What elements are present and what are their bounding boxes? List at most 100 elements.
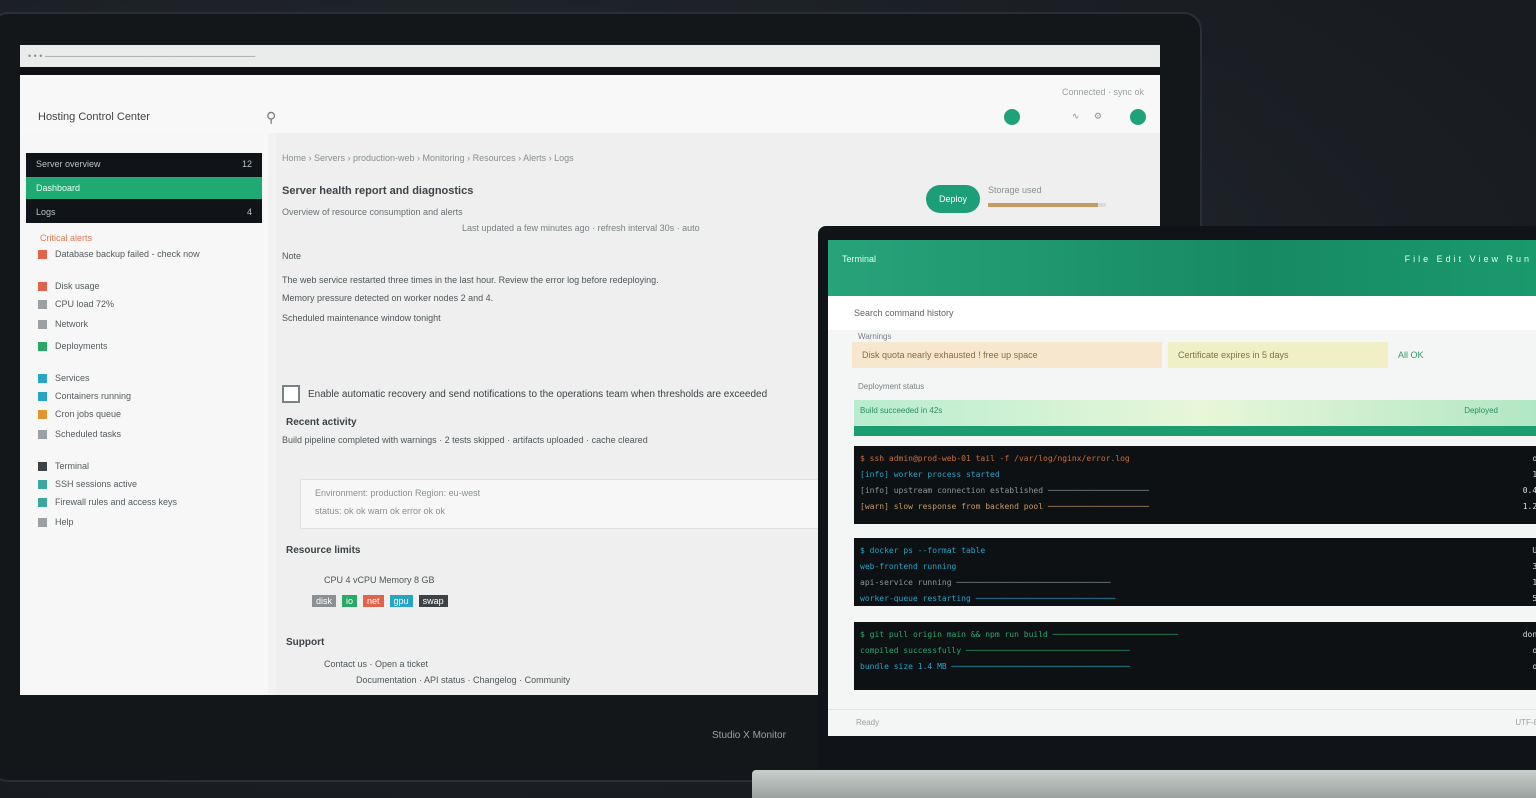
sidebar-item-color-icon <box>38 373 47 383</box>
sidebar-item[interactable]: Help <box>38 517 74 527</box>
resource-tag: disk <box>312 595 337 607</box>
user-avatar[interactable] <box>1130 109 1146 125</box>
terminal-line-text: bundle size 1.4 MB ─────────────────────… <box>860 662 1130 671</box>
sidebar-item[interactable]: Network <box>38 319 88 329</box>
status-ok-badge: All OK <box>1398 350 1424 360</box>
terminal-line-text: $ ssh admin@prod-web-01 tail -f /var/log… <box>860 454 1130 463</box>
notification-icon[interactable] <box>1004 109 1020 125</box>
terminal-line-text: [info] worker process started <box>860 470 1000 479</box>
sidebar-item-logs[interactable]: Logs 4 <box>26 201 262 223</box>
sidebar-item-label: Terminal <box>55 461 90 471</box>
terminal-block[interactable]: $ ssh admin@prod-web-01 tail -f /var/log… <box>854 446 1536 524</box>
page-subtitle: Overview of resource consumption and ale… <box>282 207 463 217</box>
terminal-block[interactable]: $ docker ps --format table UP web-frontend… <box>854 538 1536 606</box>
auto-recovery-checkbox[interactable] <box>282 385 300 403</box>
terminal-line: web-frontend running 3m <box>860 562 1536 572</box>
laptop-search-input[interactable]: Search command history <box>854 308 954 318</box>
sidebar-item-label: Containers running <box>55 391 132 401</box>
sidebar-item[interactable]: Scheduled tasks <box>38 429 121 439</box>
terminal-line-value: UP <box>1532 546 1536 555</box>
sidebar-item[interactable]: Containers running <box>38 391 131 401</box>
sidebar-item-count: 4 <box>246 207 252 217</box>
sidebar-item[interactable]: SSH sessions active <box>38 479 137 489</box>
terminal-line-value: ok <box>1532 646 1536 655</box>
sidebar-item[interactable]: Firewall rules and access keys <box>38 497 177 507</box>
sidebar-item[interactable]: Services <box>38 373 90 383</box>
disk-quota-alert[interactable]: Disk quota nearly exhausted ! free up sp… <box>852 342 1162 368</box>
sidebar-item-color-icon <box>38 479 47 489</box>
sidebar-item-color-icon <box>38 341 47 351</box>
sidebar-section-label: Critical alerts <box>40 233 93 243</box>
terminal-line-text: $ docker ps --format table <box>860 546 986 555</box>
support-heading: Support <box>286 637 325 648</box>
monitor-brand: Studio X Monitor <box>712 730 786 741</box>
deploy-button[interactable]: Deploy <box>926 185 980 213</box>
laptop-screen: Terminal File Edit View Run Search comma… <box>828 240 1536 736</box>
sidebar-panel-header: Server overview 12 <box>26 153 262 175</box>
app-header: Hosting Control Center ⚲ Connected · syn… <box>20 75 1160 133</box>
sidebar-item-label: Network <box>55 319 89 329</box>
terminal-line-text: [warn] slow response from backend pool ─… <box>860 502 1149 511</box>
sidebar-item-label: Logs <box>36 207 56 217</box>
breadcrumb[interactable]: Home › Servers › production-web › Monito… <box>282 153 574 163</box>
resource-tag: net <box>363 595 384 607</box>
page-update-info: Last updated a few minutes ago · refresh… <box>462 223 700 233</box>
note-line: Scheduled maintenance window tonight <box>282 313 441 323</box>
sidebar-item-label: Dashboard <box>36 183 81 193</box>
terminal-line: bundle size 1.4 MB ─────────────────────… <box>860 662 1536 672</box>
resource-limits-heading: Resource limits <box>286 545 361 556</box>
search-icon[interactable]: ⚲ <box>266 109 282 125</box>
sidebar-item-label: Services <box>55 373 90 383</box>
sidebar-item[interactable]: Cron jobs queue <box>38 409 121 419</box>
terminal-line-value: ok <box>1532 454 1536 463</box>
sidebar-item[interactable]: Database backup failed - check now <box>38 249 200 259</box>
laptop-app-brand: Terminal <box>842 254 877 264</box>
laptop-app-menu[interactable]: File Edit View Run <box>1405 254 1532 264</box>
terminal-block[interactable]: $ git pull origin main && npm run build … <box>854 622 1536 690</box>
sidebar-item[interactable]: CPU load 72% <box>38 299 114 309</box>
terminal-line-text: compiled successfully ──────────────────… <box>860 646 1130 655</box>
support-links-secondary[interactable]: Documentation · API status · Changelog ·… <box>356 675 570 685</box>
storage-progress: Storage used <box>988 185 1108 211</box>
sidebar-item-color-icon <box>38 429 47 439</box>
terminal-line: $ docker ps --format table UP <box>860 546 1536 556</box>
header-icons[interactable]: ∿ ⚙ <box>1072 111 1108 122</box>
note-line: The web service restarted three times in… <box>282 275 659 285</box>
note-line: Memory pressure detected on worker nodes… <box>282 293 494 303</box>
terminal-line-value: 5s <box>1532 594 1536 603</box>
terminal-line: $ ssh admin@prod-web-01 tail -f /var/log… <box>860 454 1536 464</box>
terminal-line-text: web-frontend running <box>860 562 957 571</box>
terminal-line-text: $ git pull origin main && npm run build … <box>860 630 1178 639</box>
deploy-status: Deployed <box>1464 406 1498 415</box>
support-links[interactable]: Contact us · Open a ticket <box>324 659 428 669</box>
sidebar-item[interactable]: Disk usage <box>38 281 100 291</box>
terminal-line: [info] upstream connection established ─… <box>860 486 1536 496</box>
resource-tag-row: disk io net gpu swap <box>312 595 448 607</box>
sidebar-item-color-icon <box>38 319 47 329</box>
resource-tag: swap <box>418 595 448 607</box>
sidebar-panel-title: Server overview <box>36 159 101 169</box>
sidebar-item-label: Help <box>55 517 74 527</box>
laptop-base <box>752 770 1536 798</box>
certificate-alert[interactable]: Certificate expires in 5 days <box>1168 342 1388 368</box>
note-heading: Note <box>282 251 302 261</box>
auto-recovery-option[interactable]: Enable automatic recovery and send notif… <box>282 385 767 403</box>
sidebar-item-color-icon <box>38 299 47 309</box>
sidebar-item-label: Disk usage <box>55 281 100 291</box>
terminal-line: api-service running ────────────────────… <box>860 578 1536 588</box>
sidebar-item-label: Database backup failed - check now <box>55 249 200 259</box>
ready-status: Ready <box>856 718 880 727</box>
laptop-search-bar[interactable]: Search command history <box>828 296 1536 330</box>
terminal-line-value: ok <box>1532 662 1536 671</box>
browser-divider <box>20 67 1160 75</box>
page-title: Server health report and diagnostics <box>282 185 474 197</box>
sidebar-item-dashboard[interactable]: Dashboard <box>26 177 262 199</box>
sidebar-item-color-icon <box>38 409 47 419</box>
deployment-status-label: Deployment status <box>858 382 925 391</box>
terminal-line-value: 12 <box>1532 470 1536 479</box>
sidebar-item[interactable]: Terminal <box>38 461 89 471</box>
sidebar-item[interactable]: Deployments <box>38 341 108 351</box>
terminal-line-text: [info] upstream connection established ─… <box>860 486 1149 495</box>
terminal-line: [warn] slow response from backend pool ─… <box>860 502 1536 512</box>
sidebar-item-color-icon <box>38 391 47 401</box>
